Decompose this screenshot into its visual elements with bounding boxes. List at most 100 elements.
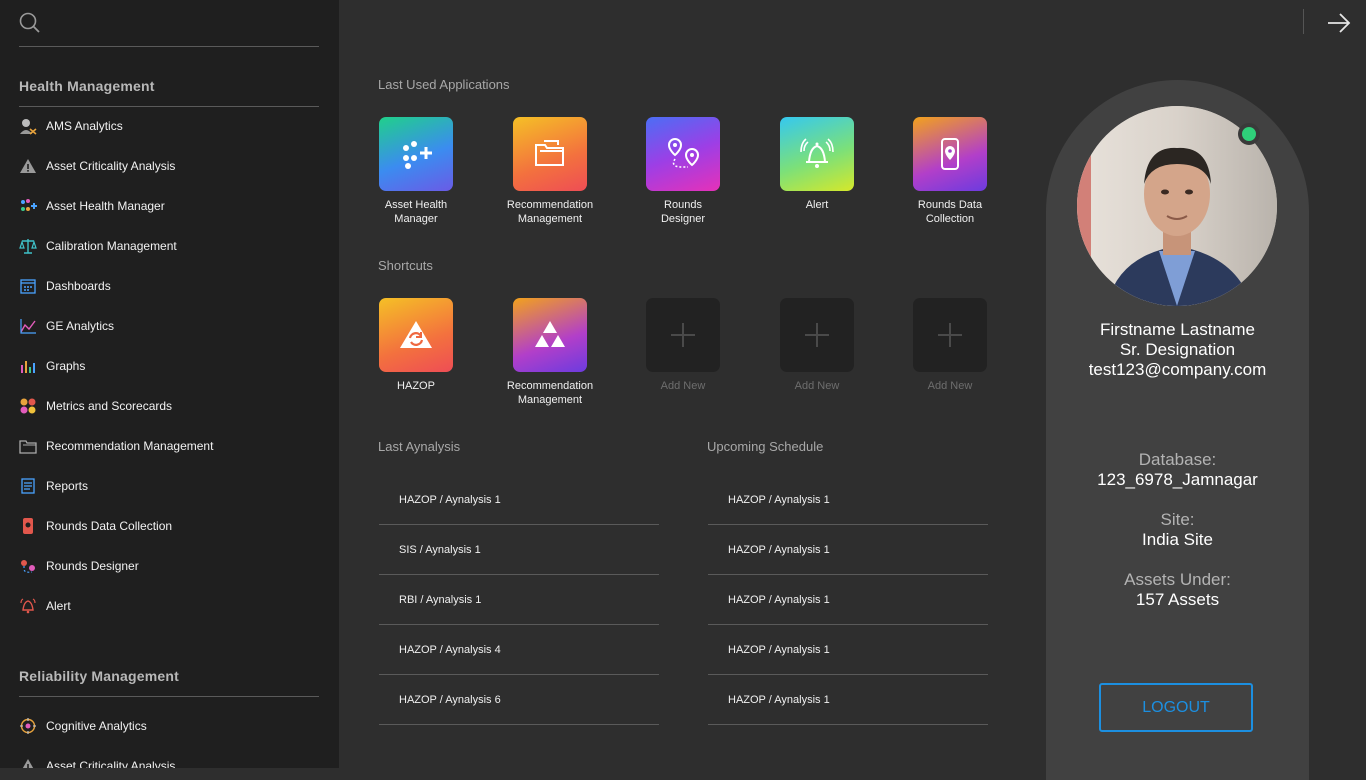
phone-pin-icon <box>913 117 987 191</box>
sidebar-item-label: Rounds Data Collection <box>46 519 173 533</box>
sidebar-item-label: AMS Analytics <box>46 119 123 133</box>
site-value: India Site <box>1142 530 1213 549</box>
profile-name: Firstname Lastname <box>1100 320 1255 339</box>
asset-criticality-icon <box>19 157 37 175</box>
app-tile-label-line: Collection <box>925 213 975 225</box>
sidebar-item-label: Cognitive Analytics <box>46 719 147 733</box>
sidebar-item-rounds-data-collection[interactable]: Rounds Data Collection <box>19 511 319 541</box>
app-tile-label: Recommendation Management <box>495 379 605 407</box>
site-label: Site: <box>1160 510 1195 529</box>
rounds-designer-icon <box>19 557 37 575</box>
list-item[interactable]: HAZOP / Aynalysis 1 <box>708 475 988 525</box>
sidebar-item-recommendation-management[interactable]: Recommendation Management <box>19 431 319 461</box>
dashboards-icon <box>19 277 37 295</box>
rounds-data-icon <box>19 517 37 535</box>
cognitive-analytics-icon <box>19 717 37 735</box>
list-item[interactable]: HAZOP / Aynalysis 1 <box>379 475 659 525</box>
list-item[interactable]: HAZOP / Aynalysis 6 <box>379 675 659 725</box>
app-tile-label: Recommendation Management <box>495 198 605 226</box>
app-tile-rounds-designer[interactable]: Rounds Designer <box>628 117 738 226</box>
app-tile-alert[interactable]: Alert <box>762 117 872 212</box>
sidebar-item-metrics-and-scorecards[interactable]: Metrics and Scorecards <box>19 391 319 421</box>
sidebar-item-label: Calibration Management <box>46 239 177 253</box>
alert-icon <box>19 597 37 615</box>
plus-icon <box>646 298 720 372</box>
search-bar[interactable] <box>19 10 319 47</box>
sidebar-item-ams-analytics[interactable]: AMS Analytics <box>19 111 319 141</box>
sidebar-item-calibration-management[interactable]: Calibration Management <box>19 231 319 261</box>
upcoming-schedule-list: HAZOP / Aynalysis 1 HAZOP / Aynalysis 1 HA… <box>708 475 988 725</box>
assets-label: Assets Under: <box>1124 570 1231 589</box>
app-tile-label-line: Designer <box>660 213 706 225</box>
list-item[interactable]: SIS / Aynalysis 1 <box>379 525 659 575</box>
sidebar-item-asset-criticality-analysis[interactable]: Asset Criticality Analysis <box>19 151 319 181</box>
last-analysis-list: HAZOP / Aynalysis 1 SIS / Aynalysis 1 RBI … <box>379 475 659 725</box>
ams-analytics-icon <box>19 117 37 135</box>
app-tile-add-new[interactable]: Add New <box>895 298 1005 393</box>
recommendation-icon <box>19 437 37 455</box>
bell-icon <box>780 117 854 191</box>
hazop-icon <box>379 298 453 372</box>
sidebar-item-rounds-designer[interactable]: Rounds Designer <box>19 551 319 581</box>
app-tile-recommendation-management[interactable]: Recommendation Management <box>495 117 605 226</box>
sidebar-item-ge-analytics[interactable]: GE Analytics <box>19 311 319 341</box>
route-pins-icon <box>646 117 720 191</box>
sidebar-item-label: Rounds Designer <box>46 559 139 573</box>
sidebar-item-alert[interactable]: Alert <box>19 591 319 621</box>
sidebar-item-label: Alert <box>46 599 71 613</box>
app-tile-label-line: Rounds Data <box>917 199 983 211</box>
list-item[interactable]: HAZOP / Aynalysis 1 <box>708 625 988 675</box>
search-input[interactable] <box>51 10 311 40</box>
section-divider <box>19 696 319 697</box>
sidebar-item-asset-criticality-analysis[interactable]: Asset Criticality Analysis <box>19 751 319 768</box>
sidebar-item-label: Metrics and Scorecards <box>46 399 173 413</box>
list-item[interactable]: HAZOP / Aynalysis 1 <box>708 525 988 575</box>
sidebar-item-label: Graphs <box>46 359 86 373</box>
sidebar-item-label: Asset Criticality Analysis <box>46 159 176 173</box>
app-tile-label: Add New <box>895 379 1005 393</box>
app-tile-add-new[interactable]: Add New <box>762 298 872 393</box>
app-tile-add-new[interactable]: Add New <box>628 298 738 393</box>
app-tile-label: Add New <box>628 379 738 393</box>
app-tile-label-line: Alert <box>805 199 829 211</box>
sidebar-item-dashboards[interactable]: Dashboards <box>19 271 319 301</box>
list-item[interactable]: RBI / Aynalysis 1 <box>379 575 659 625</box>
app-tile-label: HAZOP <box>361 379 471 393</box>
sidebar-item-asset-health-manager[interactable]: Asset Health Manager <box>19 191 319 221</box>
last-analysis-heading: Last Aynalysis <box>378 439 461 454</box>
plus-icon <box>913 298 987 372</box>
app-tile-recommendation-management[interactable]: Recommendation Management <box>495 298 605 407</box>
online-status-indicator <box>1238 123 1260 145</box>
app-tile-label: Rounds Data Collection <box>895 198 1005 226</box>
arrow-right-icon <box>1328 13 1351 33</box>
sidebar-item-reports[interactable]: Reports <box>19 471 319 501</box>
app-tile-label-line: HAZOP <box>397 380 435 392</box>
list-item[interactable]: HAZOP / Aynalysis 4 <box>379 625 659 675</box>
section-title-reliability-management: Reliability Management <box>19 668 179 684</box>
list-item[interactable]: HAZOP / Aynalysis 1 <box>708 575 988 625</box>
profile-email: test123@company.com <box>1088 360 1267 379</box>
profile-card: Firstname Lastname Sr. Designation test1… <box>1046 80 1309 780</box>
upcoming-heading: Upcoming Schedule <box>707 439 824 454</box>
app-tile-label-line: Asset Health <box>384 199 448 211</box>
sidebar-item-graphs[interactable]: Graphs <box>19 351 319 381</box>
app-tile-rounds-data-collection[interactable]: Rounds Data Collection <box>895 117 1005 226</box>
logout-button[interactable]: LOGOUT <box>1099 683 1253 732</box>
sidebar-item-label: Reports <box>46 479 89 493</box>
profile-designation: Sr. Designation <box>1119 340 1236 359</box>
logout-arrow-button[interactable] <box>1326 10 1352 36</box>
app-tile-hazop[interactable]: HAZOP <box>361 298 471 393</box>
asset-health-icon <box>19 197 37 215</box>
sidebar-item-label: Asset Health Manager <box>46 199 165 213</box>
app-tile-asset-health-manager[interactable]: Asset Health Manager <box>361 117 471 226</box>
asset-criticality-icon <box>19 757 37 768</box>
app-tile-label-line: Add New <box>794 380 840 392</box>
sidebar-item-cognitive-analytics[interactable]: Cognitive Analytics <box>19 711 319 741</box>
triforce-icon <box>513 298 587 372</box>
app-tile-label: Asset Health Manager <box>361 198 471 226</box>
app-tile-label-line: Management <box>517 213 583 225</box>
search-icon[interactable] <box>19 12 43 36</box>
list-item[interactable]: HAZOP / Aynalysis 1 <box>708 675 988 725</box>
metrics-icon <box>19 397 37 415</box>
app-tile-label: Add New <box>762 379 872 393</box>
